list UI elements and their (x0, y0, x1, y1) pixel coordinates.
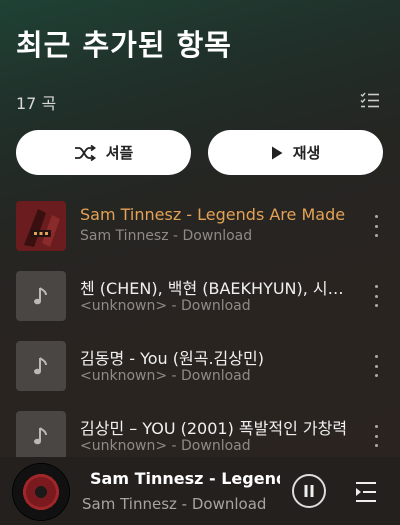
song-row[interactable]: 첸 (CHEN), 백현 (BAEKHYUN), 시우민 (XIUMIN) <u… (0, 265, 400, 335)
song-row[interactable]: Sam Tinnesz - Legends Are Made Sam Tinne… (0, 195, 400, 265)
now-playing-title: Sam Tinnesz - Legends (90, 469, 280, 488)
list-summary-bar: 17 곡 (16, 88, 384, 114)
sort-checklist-icon[interactable] (360, 91, 380, 109)
now-playing-subtitle: Sam Tinnesz - Download (82, 495, 267, 513)
music-note-icon (16, 271, 66, 321)
queue-list-icon[interactable] (354, 480, 378, 504)
shuffle-button[interactable]: 셔플 (16, 130, 191, 175)
more-options-icon[interactable] (368, 215, 384, 237)
song-count: 17 곡 (16, 94, 57, 113)
page-title: 최근 추가된 항목 (16, 28, 232, 62)
mini-player[interactable]: Sam Tinnesz - Legends Sam Tinnesz - Down… (0, 457, 400, 525)
song-subtitle: Sam Tinnesz - Download (80, 228, 253, 244)
shuffle-icon (74, 144, 96, 161)
pause-button[interactable] (292, 474, 326, 508)
song-row[interactable]: 김동명 - You (원곡.김상민) <unknown> - Download (0, 335, 400, 405)
shuffle-label: 셔플 (105, 144, 134, 162)
pause-icon (304, 485, 314, 497)
song-title: Sam Tinnesz - Legends Are Made (80, 205, 346, 224)
song-title: 김상민 – YOU (2001) 폭발적인 가창력 (80, 419, 348, 438)
more-options-icon[interactable] (368, 285, 384, 307)
music-note-icon (16, 341, 66, 391)
song-title: 첸 (CHEN), 백현 (BAEKHYUN), 시우민 (XIUMIN) (80, 279, 350, 298)
play-label: 재생 (292, 144, 321, 162)
more-options-icon[interactable] (368, 425, 384, 447)
song-subtitle: <unknown> - Download (80, 298, 251, 314)
now-playing-disc-art (13, 464, 69, 520)
album-art (16, 201, 66, 251)
play-icon (271, 146, 283, 159)
play-all-button[interactable]: 재생 (208, 130, 383, 175)
song-list: Sam Tinnesz - Legends Are Made Sam Tinne… (0, 195, 400, 475)
more-options-icon[interactable] (368, 355, 384, 377)
song-title: 김동명 - You (원곡.김상민) (80, 349, 264, 368)
song-subtitle: <unknown> - Download (80, 438, 251, 454)
music-note-icon (16, 411, 66, 461)
song-subtitle: <unknown> - Download (80, 368, 251, 384)
